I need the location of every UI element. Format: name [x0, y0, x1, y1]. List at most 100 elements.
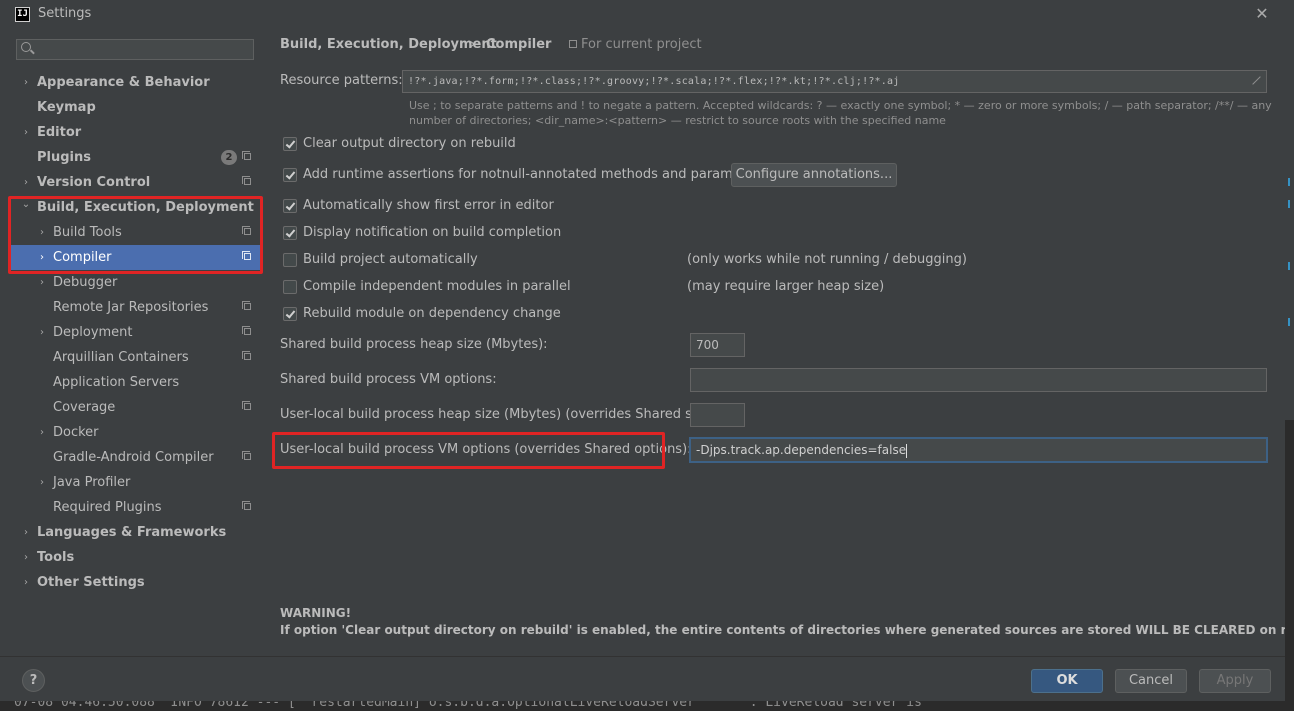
user-vm-options-value: -Djps.track.ap.dependencies=false — [696, 443, 907, 457]
close-icon[interactable]: ✕ — [1253, 4, 1271, 24]
sidebar-item-languages-frameworks[interactable]: › Languages & Frameworks — [8, 520, 263, 545]
expand-icon[interactable] — [1251, 76, 1260, 85]
sidebar-item-docker[interactable]: › Docker — [8, 420, 263, 445]
build-notification-label[interactable]: Display notification on build completion — [303, 225, 561, 240]
sidebar-item-application-servers[interactable]: Application Servers — [8, 370, 263, 395]
user-vm-options-input[interactable]: -Djps.track.ap.dependencies=false — [689, 437, 1268, 463]
settings-sidebar: › Appearance & Behavior Keymap › Editor … — [8, 30, 263, 656]
background-editor-marker — [1288, 200, 1290, 208]
resource-patterns-input[interactable]: !?*.java;!?*.form;!?*.class;!?*.groovy;!… — [402, 70, 1267, 93]
settings-window: IJ Settings ✕ › Appearance & Behavior Ke… — [0, 0, 1294, 701]
sidebar-item-coverage[interactable]: Coverage — [8, 395, 263, 420]
sidebar-item-keymap[interactable]: Keymap — [8, 95, 263, 120]
show-first-error-label[interactable]: Automatically show first error in editor — [303, 198, 554, 213]
parallel-compile-hint: (may require larger heap size) — [687, 279, 885, 294]
title-bar: IJ Settings ✕ — [0, 0, 1285, 30]
runtime-assertions-label[interactable]: Add runtime assertions for notnull-annot… — [303, 167, 766, 182]
sidebar-item-required-plugins[interactable]: Required Plugins — [8, 495, 263, 520]
background-editor-marker — [1288, 262, 1290, 270]
sidebar-item-tools[interactable]: › Tools — [8, 545, 263, 570]
shared-heap-input[interactable]: 700 — [690, 333, 745, 357]
sidebar-item-appearance-behavior[interactable]: › Appearance & Behavior — [8, 70, 263, 95]
sidebar-search-input[interactable] — [16, 39, 254, 60]
background-ide-editor-edge — [1285, 0, 1294, 420]
project-settings-icon — [242, 326, 251, 335]
chevron-right-icon[interactable]: › — [21, 120, 31, 145]
sidebar-item-label: Other Settings — [37, 575, 145, 590]
chevron-right-icon[interactable]: › — [21, 570, 31, 595]
sidebar-item-label: Java Profiler — [53, 475, 131, 490]
shared-heap-label: Shared build process heap size (Mbytes): — [280, 337, 548, 352]
show-first-error-checkbox[interactable] — [283, 199, 297, 213]
ok-button[interactable]: OK — [1031, 669, 1103, 693]
plugins-update-badge: 2 — [221, 150, 237, 165]
build-notification-checkbox[interactable] — [283, 226, 297, 240]
user-heap-input[interactable] — [690, 403, 745, 427]
left-edge — [0, 30, 8, 656]
breadcrumb-parent[interactable]: Build, Execution, Deployment — [280, 37, 497, 52]
sidebar-item-version-control[interactable]: › Version Control — [8, 170, 263, 195]
clear-output-checkbox[interactable] — [283, 137, 297, 151]
sidebar-item-plugins[interactable]: Plugins 2 — [8, 145, 263, 170]
sidebar-item-label: Deployment — [53, 325, 133, 340]
build-automatically-label[interactable]: Build project automatically — [303, 252, 478, 267]
chevron-right-icon[interactable]: › — [21, 545, 31, 570]
resource-patterns-label: Resource patterns: — [280, 73, 403, 88]
dialog-footer: ? OK Cancel Apply — [0, 656, 1285, 701]
background-console-line: 07-08 04:46:50.088 INFO 78612 --- [ rest… — [14, 701, 922, 710]
project-settings-icon — [242, 151, 251, 160]
sidebar-item-label: Version Control — [37, 175, 151, 190]
user-heap-label: User-local build process heap size (Mbyt… — [280, 407, 720, 422]
sidebar-item-label: Plugins — [37, 150, 91, 165]
configure-annotations-button[interactable]: Configure annotations... — [731, 163, 897, 187]
help-button[interactable]: ? — [22, 669, 45, 692]
rebuild-on-dependency-checkbox[interactable] — [283, 307, 297, 321]
rebuild-on-dependency-label[interactable]: Rebuild module on dependency change — [303, 306, 561, 321]
warning-title: WARNING! — [280, 606, 352, 620]
window-title: Settings — [38, 6, 92, 21]
breadcrumb-current: Compiler — [486, 37, 552, 52]
runtime-assertions-checkbox[interactable] — [283, 168, 297, 182]
sidebar-item-label: Gradle-Android Compiler — [53, 450, 214, 465]
chevron-right-icon[interactable]: › — [37, 470, 47, 495]
project-settings-icon — [242, 451, 251, 460]
background-editor-marker — [1288, 318, 1290, 326]
cancel-button[interactable]: Cancel — [1115, 669, 1187, 693]
sidebar-item-label: Docker — [53, 425, 99, 440]
shared-vm-options-input[interactable] — [690, 368, 1267, 392]
chevron-right-icon[interactable]: › — [37, 320, 47, 345]
sidebar-item-label: Languages & Frameworks — [37, 525, 227, 540]
background-editor-marker — [1288, 178, 1290, 186]
highlight-box-vm-options — [272, 432, 665, 469]
project-settings-icon — [242, 501, 251, 510]
sidebar-item-remote-jar-repositories[interactable]: Remote Jar Repositories — [8, 295, 263, 320]
sidebar-item-other-settings[interactable]: › Other Settings — [8, 570, 263, 595]
shared-vm-options-label: Shared build process VM options: — [280, 372, 497, 387]
sidebar-item-java-profiler[interactable]: › Java Profiler — [8, 470, 263, 495]
sidebar-item-label: Required Plugins — [53, 500, 162, 515]
sidebar-item-deployment[interactable]: › Deployment — [8, 320, 263, 345]
clear-output-label[interactable]: Clear output directory on rebuild — [303, 136, 516, 151]
resource-patterns-value: !?*.java;!?*.form;!?*.class;!?*.groovy;!… — [408, 76, 900, 87]
parallel-compile-label[interactable]: Compile independent modules in parallel — [303, 279, 571, 294]
sidebar-item-label: Editor — [37, 125, 82, 140]
sidebar-item-gradle-android-compiler[interactable]: Gradle-Android Compiler — [8, 445, 263, 470]
sidebar-item-label: Coverage — [53, 400, 116, 415]
parallel-compile-checkbox[interactable] — [283, 280, 297, 294]
sidebar-item-arquillian-containers[interactable]: Arquillian Containers — [8, 345, 263, 370]
sidebar-item-label: Keymap — [37, 100, 96, 115]
apply-button[interactable]: Apply — [1199, 669, 1271, 693]
sidebar-item-label: Arquillian Containers — [53, 350, 189, 365]
build-automatically-checkbox[interactable] — [283, 253, 297, 267]
intellij-app-icon: IJ — [15, 7, 30, 22]
resource-patterns-help: Use ; to separate patterns and ! to nega… — [409, 99, 1272, 127]
chevron-right-icon[interactable]: › — [21, 70, 31, 95]
chevron-right-icon[interactable]: › — [37, 420, 47, 445]
sidebar-item-editor[interactable]: › Editor — [8, 120, 263, 145]
project-settings-icon — [242, 176, 251, 185]
background-console-output: 07-08 04:46:50.088 INFO 78612 --- [ rest… — [0, 701, 1294, 711]
chevron-right-icon[interactable]: › — [21, 520, 31, 545]
sidebar-item-label: Remote Jar Repositories — [53, 300, 209, 315]
project-settings-icon — [242, 401, 251, 410]
for-current-project-text: For current project — [581, 37, 702, 52]
